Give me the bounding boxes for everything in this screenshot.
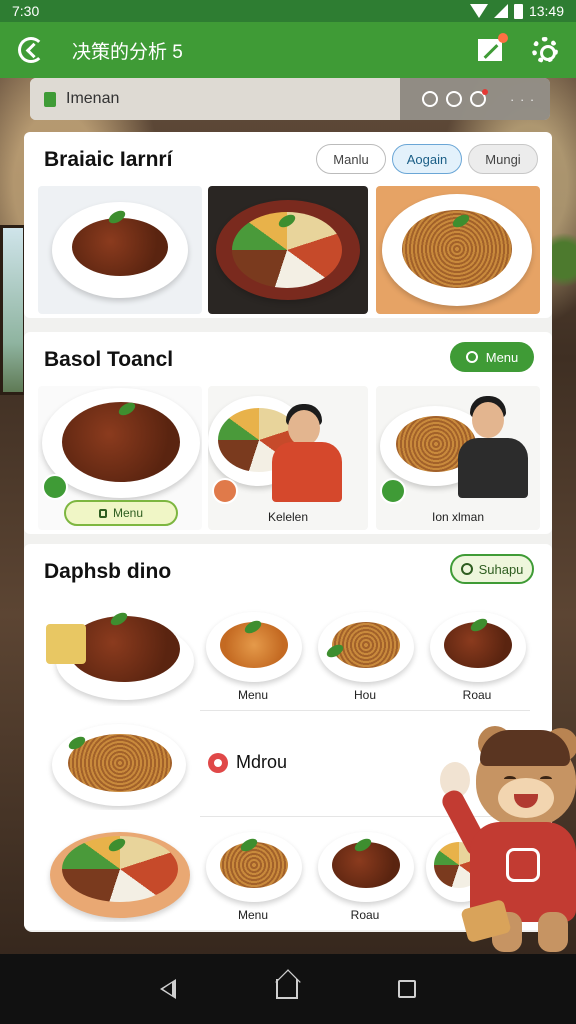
back-icon[interactable] <box>18 37 44 63</box>
dish-bowl-1[interactable] <box>38 596 198 706</box>
suhapu-pill-button[interactable]: Suhapu <box>450 554 534 584</box>
dish-small-3-caption: Roau <box>462 688 492 702</box>
search-value: Imenan <box>66 90 120 107</box>
nav-back-icon[interactable] <box>160 979 176 999</box>
popular-dish-3-caption: Ion xlman <box>431 510 485 524</box>
divider <box>200 710 530 711</box>
search-bar: Imenan · · · <box>30 78 550 120</box>
mascot-logo-icon <box>506 848 540 882</box>
document-icon <box>44 91 56 107</box>
nav-home-icon[interactable] <box>276 979 298 999</box>
dish-bowl-2[interactable] <box>38 714 198 810</box>
suhapu-pill-label: Suhapu <box>478 561 524 577</box>
popular-menu-button[interactable]: Menu <box>64 500 178 526</box>
nav-recent-apps-icon[interactable] <box>398 980 416 998</box>
circle-icon <box>465 351 478 363</box>
tag-icon <box>42 474 68 500</box>
dish-small-2-caption: Hou <box>353 688 376 702</box>
signal-icon <box>493 4 508 18</box>
dish-small-5[interactable]: Roau <box>312 828 418 922</box>
search-field[interactable]: Imenan <box>30 78 400 120</box>
featured-dish-3[interactable] <box>376 186 540 314</box>
status-time: 7:30 <box>12 3 40 19</box>
search-actions: · · · <box>400 78 550 120</box>
dish-small-4[interactable]: Menu <box>200 828 306 922</box>
menu-row[interactable]: Mdrou <box>208 752 287 773</box>
bear-mascot <box>438 726 576 956</box>
section-featured-title: Braiaic Iarnrí <box>44 148 173 171</box>
lock-icon <box>98 508 107 518</box>
dish-small-2[interactable]: Hou <box>312 608 418 702</box>
featured-dish-2[interactable] <box>208 186 368 314</box>
battery-icon <box>513 3 523 19</box>
status-battery-text: 13:49 <box>528 3 564 19</box>
page-title: 决策的分析 5 <box>72 41 183 63</box>
dish-small-5-caption: Roau <box>350 908 380 922</box>
dish-small-4-caption: Menu <box>237 908 269 922</box>
chip-manlu[interactable]: Manlu <box>316 144 386 174</box>
cup-icon <box>212 478 238 504</box>
circle-icon <box>460 563 473 575</box>
system-nav-bar <box>0 954 576 1024</box>
section-featured: Braiaic Iarnrí Manlu Aogain Mungi <box>24 132 552 318</box>
chip-mungi[interactable]: Mungi <box>468 144 538 174</box>
status-icons: 13:49 <box>469 3 564 19</box>
popular-dish-3[interactable]: Ion xlman <box>376 386 540 530</box>
menu-row-label: Mdrou <box>236 752 288 772</box>
background-window <box>0 225 26 395</box>
account-icon[interactable] <box>446 91 462 107</box>
section-popular: Basol Toancl Menu Menu Kelelen Ion xlman <box>24 332 552 534</box>
section-popular-title: Basol Toancl <box>44 348 174 371</box>
filter-icon[interactable] <box>422 91 438 107</box>
app-bar: 决策的分析 5 <box>0 22 576 78</box>
basket-icon <box>380 478 406 504</box>
menu-dot-icon <box>208 752 228 773</box>
section-dishes-title: Daphsb dino <box>44 560 172 583</box>
dish-small-1-caption: Menu <box>237 688 269 702</box>
popular-dish-2-caption: Kelelen <box>267 510 309 524</box>
notification-dot <box>498 33 508 43</box>
wifi-icon <box>469 4 488 18</box>
featured-dish-1[interactable] <box>38 186 202 314</box>
dish-bowl-3[interactable] <box>38 820 198 922</box>
more-icon[interactable]: · · · <box>510 92 535 107</box>
edit-icon[interactable] <box>478 33 508 61</box>
popular-dish-2[interactable]: Kelelen <box>208 386 368 530</box>
popular-dish-1[interactable]: Menu <box>38 386 202 530</box>
chip-aogain[interactable]: Aogain <box>392 144 462 174</box>
menu-pill-label: Menu <box>485 349 519 365</box>
dish-small-1[interactable]: Menu <box>200 608 306 702</box>
alert-icon[interactable] <box>470 89 488 107</box>
popular-menu-button-label: Menu <box>112 506 144 520</box>
menu-pill-button[interactable]: Menu <box>450 342 534 372</box>
status-bar: 7:30 13:49 <box>0 0 576 22</box>
dish-small-3[interactable]: Roau <box>424 608 530 702</box>
settings-gear-icon[interactable] <box>532 37 558 63</box>
